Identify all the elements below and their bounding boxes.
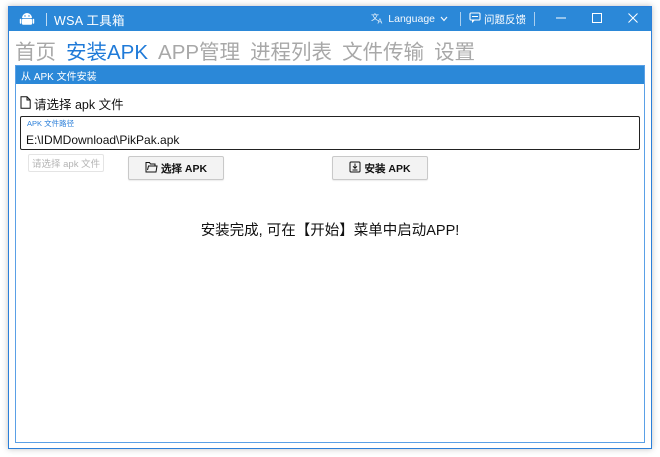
install-icon bbox=[349, 161, 364, 176]
file-prompt: 请选择 apk 文件 bbox=[20, 94, 124, 113]
nav-tabs: 首页 安装APK APP管理 进程列表 文件传输 设置 bbox=[15, 35, 485, 65]
apk-path-input[interactable] bbox=[26, 132, 626, 148]
install-apk-button[interactable]: 安装 APK bbox=[332, 156, 428, 180]
tab-settings[interactable]: 设置 bbox=[434, 35, 475, 65]
title-bar[interactable]: WSA 工具箱 文 A Language 问题反馈 bbox=[9, 7, 651, 31]
tab-file-transfer[interactable]: 文件传输 bbox=[342, 35, 424, 65]
tab-install-apk[interactable]: 安装APK bbox=[66, 35, 148, 65]
language-selector[interactable]: 文 A Language bbox=[371, 12, 452, 27]
close-icon bbox=[628, 10, 638, 28]
install-apk-label: 安装 APK bbox=[364, 162, 411, 175]
android-icon bbox=[18, 10, 36, 28]
maximize-button[interactable] bbox=[579, 7, 615, 31]
feedback-button[interactable]: 问题反馈 bbox=[469, 11, 526, 27]
select-apk-button[interactable]: 选择 APK bbox=[128, 156, 224, 180]
minimize-icon bbox=[556, 10, 566, 28]
install-panel: 从 APK 文件安装 请选择 apk 文件 APK 文件路径 请选择 apk 文… bbox=[15, 65, 645, 443]
svg-text:A: A bbox=[378, 17, 383, 24]
translate-icon: 文 A bbox=[371, 12, 388, 27]
title-bar-controls: 文 A Language 问题反馈 bbox=[371, 7, 651, 31]
folder-icon bbox=[145, 161, 161, 176]
file-icon bbox=[20, 95, 34, 112]
tab-app-manage[interactable]: APP管理 bbox=[158, 35, 240, 65]
apk-path-field[interactable]: APK 文件路径 bbox=[20, 116, 640, 150]
chevron-down-icon bbox=[440, 13, 452, 25]
file-hint: 请选择 apk 文件 bbox=[28, 154, 105, 172]
panel-header: 从 APK 文件安装 bbox=[16, 66, 644, 84]
language-label: Language bbox=[388, 13, 435, 25]
install-status-message: 安装完成, 可在【开始】菜单中启动APP! bbox=[200, 223, 460, 239]
tab-process-list[interactable]: 进程列表 bbox=[250, 35, 332, 65]
title-bar-divider bbox=[534, 12, 535, 26]
close-button[interactable] bbox=[615, 7, 651, 31]
feedback-label: 问题反馈 bbox=[484, 13, 526, 26]
app-window: WSA 工具箱 文 A Language 问题反馈 首页 安装APK APP管理… bbox=[8, 6, 652, 449]
title-bar-divider bbox=[460, 12, 461, 26]
title-divider bbox=[46, 12, 47, 26]
tab-home[interactable]: 首页 bbox=[15, 35, 56, 65]
maximize-icon bbox=[592, 10, 602, 28]
select-apk-label: 选择 APK bbox=[160, 162, 208, 175]
file-prompt-label: 请选择 apk 文件 bbox=[34, 98, 124, 112]
feedback-icon bbox=[469, 11, 484, 27]
apk-path-label: APK 文件路径 bbox=[27, 119, 75, 128]
window-title: WSA 工具箱 bbox=[54, 13, 125, 28]
minimize-button[interactable] bbox=[543, 7, 579, 31]
